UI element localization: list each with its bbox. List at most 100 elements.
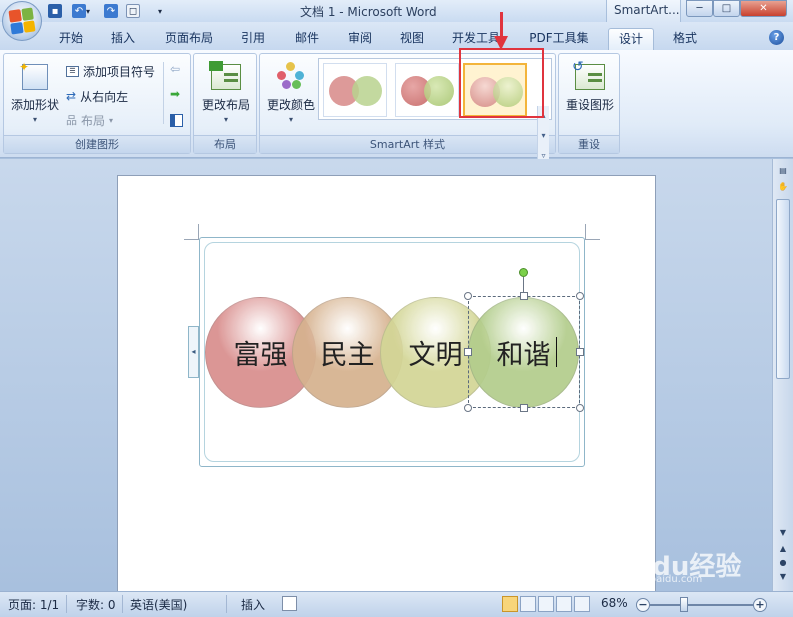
tab-design[interactable]: 设计 <box>608 28 654 50</box>
status-page[interactable]: 页面: 1/1 <box>8 596 59 613</box>
zoom-in-button[interactable]: + <box>753 598 767 612</box>
style-option-1[interactable] <box>323 63 387 117</box>
tab-home[interactable]: 开始 <box>52 28 90 50</box>
web-layout-icon[interactable] <box>538 596 554 612</box>
right-to-left-button[interactable]: ⇄ 从右向左 <box>66 87 128 105</box>
group-create-graphic: ✦ 添加形状 ▾ ☰ 添加项目符号 ⇄ 从右向左 品 布局 ▾ ⇦ ➡ 创建图形 <box>3 53 191 154</box>
tab-references[interactable]: 引用 <box>234 28 272 50</box>
resize-handle-e[interactable] <box>576 348 584 356</box>
add-shape-label: 添加形状 <box>10 98 59 112</box>
tab-insert[interactable]: 插入 <box>104 28 142 50</box>
print-layout-view-icon[interactable] <box>502 596 518 612</box>
text-pane-icon[interactable] <box>170 111 183 129</box>
outline-view-icon[interactable] <box>556 596 572 612</box>
tab-format[interactable]: 格式 <box>665 28 705 50</box>
demote-icon[interactable]: ➡ <box>170 85 180 103</box>
layout-label: 布局 <box>81 113 106 128</box>
text-pane-toggle[interactable]: ◂ <box>188 326 199 378</box>
minimize-button[interactable]: ─ <box>686 0 713 17</box>
bullet-list-icon: ☰ <box>66 65 79 77</box>
resize-handle-ne[interactable] <box>576 292 584 300</box>
tab-review[interactable]: 审阅 <box>341 28 379 50</box>
scroll-thumb[interactable] <box>776 199 790 379</box>
add-bullet-button[interactable]: ☰ 添加项目符号 <box>66 62 155 80</box>
group-reset: ↺ 重设图形 重设 <box>558 53 620 154</box>
change-layout-button[interactable]: 更改布局 ▾ <box>196 58 256 124</box>
title-bar: ▪ ↶ ▾ ↷ ◻ ▾ 文档 1 - Microsoft Word SmartAr… <box>0 0 793 22</box>
resize-handle-w[interactable] <box>464 348 472 356</box>
change-layout-label: 更改布局 <box>201 98 250 112</box>
customize-toolbar-icon[interactable]: ▾ <box>158 3 168 19</box>
shape-selection-box <box>468 296 580 408</box>
zoom-slider-thumb[interactable] <box>680 597 688 612</box>
office-button[interactable] <box>2 1 42 41</box>
close-button[interactable]: ✕ <box>740 0 787 17</box>
zoom-level[interactable]: 68% <box>601 596 628 610</box>
maximize-button[interactable]: □ <box>713 0 740 17</box>
resize-handle-n[interactable] <box>520 292 528 300</box>
ribbon-tabs: 开始 插入 页面布局 引用 邮件 审阅 视图 开发工具 PDF工具集 设计 格式 <box>0 22 793 50</box>
next-page-icon[interactable]: ▼ <box>776 571 790 583</box>
rotation-handle[interactable] <box>519 268 528 277</box>
style-option-2[interactable] <box>395 63 459 117</box>
layout-dropdown-button[interactable]: 品 布局 ▾ <box>66 111 113 129</box>
add-bullet-label: 添加项目符号 <box>83 64 156 79</box>
tab-view[interactable]: 视图 <box>393 28 431 50</box>
view-ruler-icon[interactable]: ▤ <box>776 165 790 177</box>
pan-hand-icon[interactable]: ✋ <box>776 181 790 193</box>
vertical-scrollbar[interactable]: ▤ ✋ ▼ ▲ ● ▼ <box>772 159 793 591</box>
context-title: SmartArt... <box>614 3 680 17</box>
status-insert-mode[interactable]: 插入 <box>241 596 265 613</box>
ribbon: ✦ 添加形状 ▾ ☰ 添加项目符号 ⇄ 从右向左 品 布局 ▾ ⇦ ➡ 创建图形 <box>0 50 793 166</box>
crop-mark <box>184 239 199 240</box>
resize-handle-s[interactable] <box>520 404 528 412</box>
resize-handle-se[interactable] <box>576 404 584 412</box>
annotation-arrow-head <box>494 36 508 50</box>
tab-pdf-tools[interactable]: PDF工具集 <box>524 28 594 50</box>
group-label-smartart-styles: SmartArt 样式 <box>260 135 555 153</box>
reset-graphic-label: 重设图形 <box>565 98 614 112</box>
redo-icon[interactable]: ↷ <box>104 3 120 19</box>
print-preview-icon[interactable]: ◻ <box>126 3 142 19</box>
crop-mark <box>198 224 199 239</box>
reset-graphic-button[interactable]: ↺ 重设图形 <box>561 58 619 113</box>
add-shape-button[interactable]: ✦ 添加形状 ▾ <box>7 58 63 124</box>
status-language[interactable]: 英语(美国) <box>130 596 187 613</box>
group-divider <box>163 62 164 124</box>
status-word-count[interactable]: 字数: 0 <box>76 596 116 613</box>
help-icon[interactable]: ? <box>769 30 784 45</box>
tab-mailings[interactable]: 邮件 <box>288 28 326 50</box>
undo-caret[interactable]: ▾ <box>86 7 90 16</box>
draft-view-icon[interactable] <box>574 596 590 612</box>
window-title: 文档 1 - Microsoft Word <box>300 5 437 19</box>
change-colors-button[interactable]: 更改颜色 ▾ <box>263 58 319 124</box>
right-to-left-label: 从右向左 <box>80 89 129 104</box>
office-logo-icon <box>8 7 36 35</box>
save-icon[interactable]: ▪ <box>48 3 64 19</box>
crop-mark <box>585 239 600 240</box>
add-shape-icon: ✦ <box>19 60 48 90</box>
previous-page-icon[interactable]: ▲ <box>776 543 790 555</box>
resize-handle-nw[interactable] <box>464 292 472 300</box>
undo-icon[interactable]: ↶ ▾ <box>72 3 94 19</box>
promote-icon[interactable]: ⇦ <box>170 60 180 78</box>
group-label-create-graphic: 创建图形 <box>4 135 190 153</box>
full-screen-reading-icon[interactable] <box>520 596 536 612</box>
status-bar: 页面: 1/1 字数: 0 英语(美国) 插入 68% − + <box>0 591 793 617</box>
group-layouts: 更改布局 ▾ 布局 <box>193 53 257 154</box>
gallery-down-icon[interactable]: ▾ <box>538 126 549 146</box>
change-colors-label: 更改颜色 <box>266 98 315 112</box>
resize-handle-sw[interactable] <box>464 404 472 412</box>
color-palette-icon <box>277 62 305 90</box>
zoom-out-button[interactable]: − <box>636 598 650 612</box>
tab-page-layout[interactable]: 页面布局 <box>160 28 218 50</box>
zoom-slider[interactable] <box>650 604 754 606</box>
swap-arrows-icon: ⇄ <box>66 89 77 103</box>
add-shape-caret: ▾ <box>32 115 37 124</box>
macro-record-icon[interactable] <box>282 596 297 611</box>
reset-graphic-icon: ↺ <box>572 59 605 90</box>
scroll-down-icon[interactable]: ▼ <box>776 527 790 539</box>
watermark-url: jingyan.baidu.com <box>610 574 703 585</box>
smartart-context-header: SmartArt... <box>606 0 681 22</box>
browse-object-icon[interactable]: ● <box>776 557 790 569</box>
